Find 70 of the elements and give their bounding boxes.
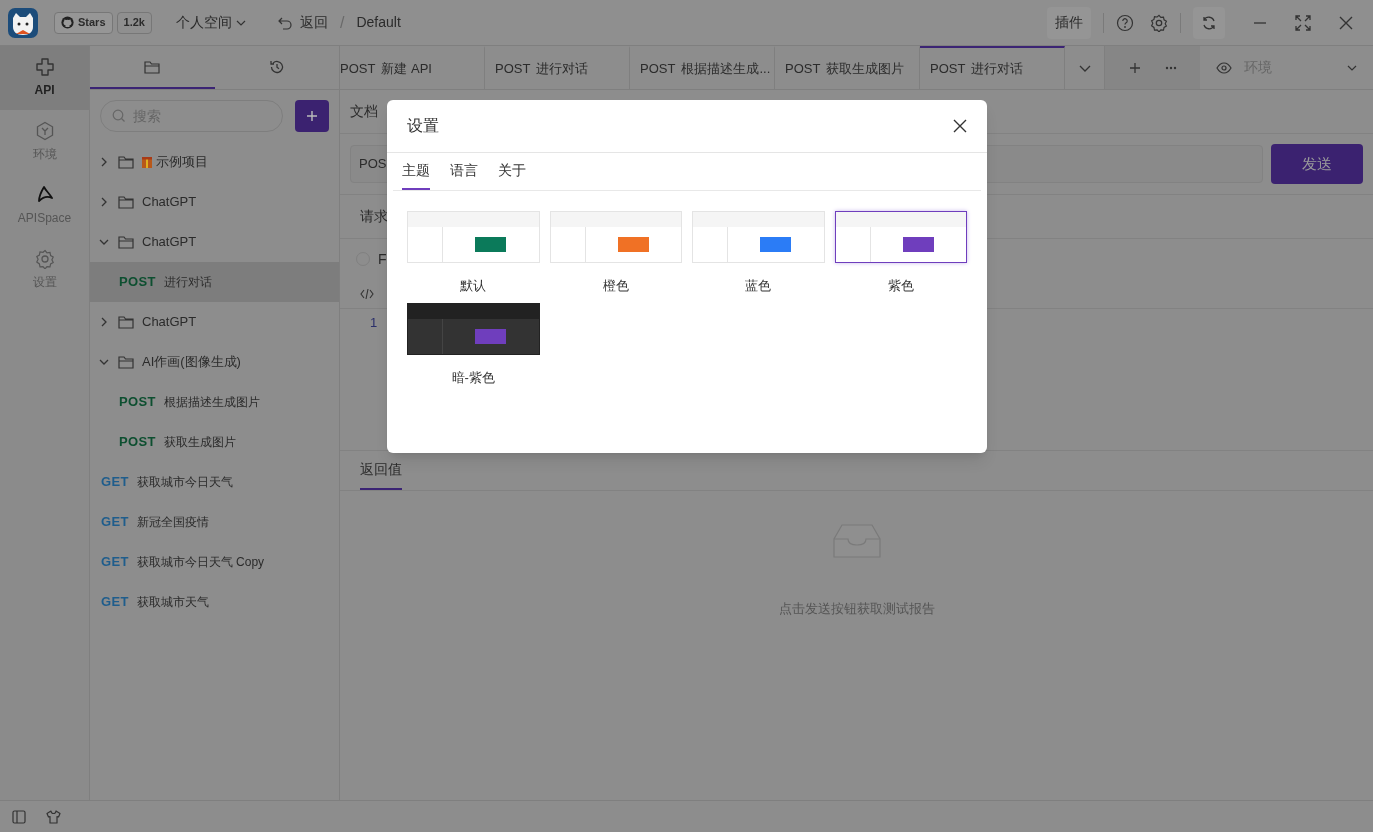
request-item[interactable]: GET 获取城市天气 bbox=[90, 582, 339, 622]
request-tab[interactable]: POST 新建 API bbox=[340, 46, 485, 89]
line-number: 1 bbox=[370, 314, 378, 332]
request-item[interactable]: GET 新冠全国疫情 bbox=[90, 502, 339, 542]
dialog-tab[interactable]: 语言 bbox=[450, 153, 478, 190]
form-label: F bbox=[378, 249, 387, 269]
theme-label: 紫色 bbox=[887, 277, 914, 295]
search-icon bbox=[112, 109, 126, 123]
breadcrumb-separator: / bbox=[339, 12, 345, 33]
rail-item[interactable]: API bbox=[0, 46, 89, 110]
dialog-tab[interactable]: 主题 bbox=[402, 153, 430, 190]
breadcrumb: Default bbox=[356, 13, 401, 32]
folder-item[interactable]: 示例项目 bbox=[90, 142, 339, 182]
history-icon bbox=[268, 58, 285, 75]
response-tab[interactable]: 返回值 bbox=[360, 459, 402, 490]
sidebar-toggle-icon[interactable] bbox=[12, 809, 26, 824]
send-button[interactable]: 发送 bbox=[1271, 144, 1363, 184]
theme-option[interactable] bbox=[834, 211, 967, 263]
maximize-icon[interactable] bbox=[1295, 14, 1311, 31]
theme-label: 蓝色 bbox=[745, 277, 772, 295]
request-tab[interactable]: POST 进行对话 bbox=[485, 46, 630, 89]
refresh-button[interactable] bbox=[1193, 6, 1225, 39]
docs-tab[interactable]: 文档 bbox=[350, 101, 378, 122]
theme-label: 默认 bbox=[460, 277, 487, 295]
refresh-icon bbox=[1201, 14, 1217, 31]
request-tab[interactable]: POST 获取生成图片 bbox=[775, 46, 920, 89]
eye-icon bbox=[1216, 61, 1232, 74]
folder-item[interactable]: AI作画(图像生成) bbox=[90, 342, 339, 382]
folder-item[interactable]: ChatGPT bbox=[90, 222, 339, 262]
request-item[interactable]: GET 获取城市今日天气 bbox=[90, 462, 339, 502]
shirt-icon[interactable] bbox=[46, 809, 61, 824]
stars-button[interactable]: Stars bbox=[54, 11, 113, 34]
folder-item[interactable]: ChatGPT bbox=[90, 302, 339, 342]
folder-icon bbox=[118, 155, 134, 169]
settings-icon bbox=[34, 249, 55, 269]
theme-label: 暗-紫色 bbox=[451, 368, 495, 387]
gift-icon bbox=[142, 156, 152, 168]
cat-logo bbox=[8, 7, 38, 38]
folder-icon bbox=[118, 315, 134, 329]
folder-icon bbox=[118, 355, 134, 369]
folder-item[interactable]: ChatGPT bbox=[90, 182, 339, 222]
folder-icon bbox=[144, 59, 161, 74]
dialog-title: 设置 bbox=[407, 116, 439, 136]
hexagon-icon bbox=[34, 121, 55, 141]
code-icon bbox=[360, 287, 374, 300]
workspace-dropdown[interactable]: 个人空间 bbox=[175, 12, 246, 33]
undo-icon bbox=[277, 15, 292, 30]
close-icon[interactable] bbox=[953, 119, 967, 133]
help-icon[interactable] bbox=[1116, 13, 1134, 32]
more-icon[interactable] bbox=[1164, 65, 1177, 70]
request-tab[interactable]: POST 根据描述生成... bbox=[630, 46, 775, 89]
request-tab[interactable]: POST 进行对话 bbox=[920, 46, 1065, 89]
plus-icon[interactable] bbox=[1128, 61, 1141, 74]
back-button[interactable]: 返回 bbox=[277, 12, 328, 33]
request-item[interactable]: GET 获取城市今日天气 Copy bbox=[90, 542, 339, 582]
plugins-button[interactable]: 插件 bbox=[1047, 6, 1091, 39]
settings-icon[interactable] bbox=[1150, 13, 1168, 32]
add-button[interactable] bbox=[295, 100, 329, 132]
request-item[interactable]: POST 根据描述生成图片 bbox=[90, 382, 339, 422]
theme-label: 橙色 bbox=[602, 277, 629, 295]
request-item[interactable]: POST 获取生成图片 bbox=[90, 422, 339, 462]
request-item[interactable]: POST 进行对话 bbox=[90, 262, 339, 302]
plus-icon bbox=[306, 110, 318, 122]
api-icon bbox=[34, 57, 55, 77]
stars-count: 1.2k bbox=[116, 11, 152, 34]
dialog-tab[interactable]: 关于 bbox=[498, 153, 526, 190]
folder-icon bbox=[118, 235, 134, 249]
request-tab-label[interactable]: 请求 bbox=[360, 206, 388, 227]
folder-icon bbox=[118, 195, 134, 209]
github-icon bbox=[61, 16, 74, 29]
